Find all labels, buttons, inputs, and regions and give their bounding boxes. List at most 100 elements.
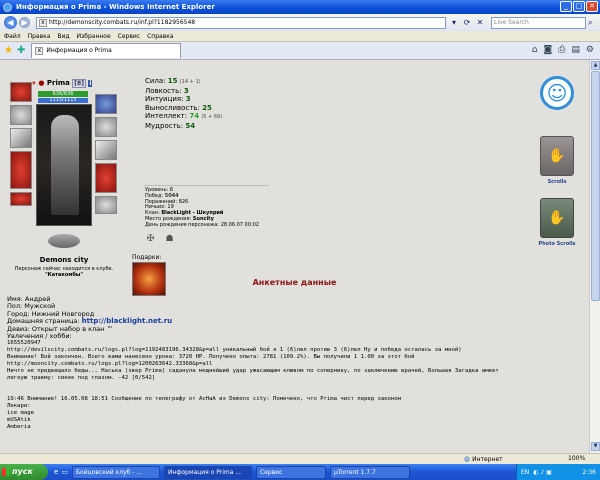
menu-edit[interactable]: Правка [28,33,51,40]
forward-button[interactable]: ▶ [19,17,30,28]
ring-slot[interactable] [95,94,117,114]
hobby-line: ice mage [7,409,34,416]
align-badge-icon[interactable]: ☗ [164,234,175,245]
language-indicator[interactable]: EN [521,469,529,476]
ie-quicklaunch-icon[interactable]: e [54,468,58,476]
task-prima-info[interactable]: Информация о Prima ... [163,465,252,479]
character-name-line: ➔ ● Prima [8] i [30,79,93,88]
tab-bar: ★ ✚ x Информация о Prima ⌂ ◙ ⎙ ▤ ⚙ [0,42,600,60]
character-panel: ➔ ● Prima [8] i 636/636 1115/1115 Demons… [8,74,120,278]
profile-details: Имя: Андрей Пол: Мужской Город: Нижний Н… [7,295,585,430]
tab-favicon-icon: x [35,47,44,55]
eye-icon: ● [38,79,45,87]
menu-help[interactable]: Справка [147,33,173,40]
profile-hobbies-text: 1655520947 http://devilscity.combats.ru/… [7,340,585,430]
zoom-level[interactable]: 100% [568,455,585,462]
scrolls-label[interactable]: Scrolls [540,179,574,185]
task-utorrent[interactable]: µTorrent 1.7.7 [329,465,410,479]
photo-scrolls-icon[interactable]: ✋ [540,198,574,238]
home-icon[interactable]: ⌂ [532,45,538,55]
minimize-button[interactable]: _ [560,1,572,12]
scroll-down-icon[interactable]: ▼ [591,442,600,451]
stat-agility: Ловкость: 3 [145,86,189,95]
search-icon[interactable]: ⌕ [588,18,592,28]
quick-launch: e ▭ [54,468,68,476]
scroll-up-icon[interactable]: ▲ [591,61,600,70]
armor-slot[interactable] [10,151,32,189]
menu-tools[interactable]: Сервис [118,33,140,40]
scrolls-icon[interactable]: ✋ [540,136,574,176]
vertical-scrollbar[interactable]: ▲ ▼ [589,60,600,453]
character-location: Персонаж сейчас находится в клубе. "Ката… [8,266,120,278]
url-field[interactable]: x http://demonscity.combats.ru/inf.pl?11… [36,16,446,29]
security-zone: ◍ Интернет [464,455,503,463]
command-bar: ⌂ ◙ ⎙ ▤ ⚙ [532,45,594,55]
menu-file[interactable]: Файл [4,33,21,40]
hobby-line: mUSAtik [7,416,31,423]
windows-logo-icon [2,468,10,476]
gloves-slot[interactable] [95,117,117,137]
live-search-input[interactable]: Live Search [491,16,586,29]
feeds-icon[interactable]: ◙ [543,45,552,55]
back-button[interactable]: ◀ [4,16,17,29]
favorites-star-icon[interactable]: ★ [4,45,13,56]
stop-icon[interactable]: ✕ [475,18,485,28]
character-info: Уровень: 8 Побед: 5044 Поражений: 826 Ни… [145,187,259,229]
info-icon[interactable]: i [88,80,93,87]
maximize-button[interactable]: □ [573,1,585,12]
character-stats: Сила: 15 (14 + 1) Ловкость: 3 Интуиция: … [145,77,222,131]
profile-motto: Девиз: Открыт набор в клан ™ [7,324,113,333]
hobby-line: 19:46 Внимание! 16.05.08 18:51 Сообщение… [7,395,402,402]
city-emblem-icon [48,234,80,248]
profile-head-icon[interactable]: ☺ [540,76,574,110]
zone-label: Интернет [472,455,503,463]
clock: 2:36 [582,468,596,476]
taskbar: пуск e ▭ Бойцовский клуб - ... Информаци… [0,464,600,480]
offhand-slot[interactable] [95,140,117,160]
stat-wisdom: Мудрость: 54 [145,121,196,130]
weapon-slot[interactable] [10,128,32,148]
stat-intuition: Интуиция: 3 [145,95,191,104]
scroll-thumb[interactable] [591,71,600,301]
earring-slot[interactable] [10,105,32,125]
boots-slot[interactable] [95,196,117,214]
legs-slot[interactable] [95,163,117,193]
window-titlebar: Информация о Prima - Windows Internet Ex… [0,0,600,14]
mana-bar: 1115/1115 [38,98,88,103]
clan-badge-icon[interactable]: ✠ [145,234,156,245]
page-favicon-icon: x [39,18,47,27]
character-name: Prima [46,79,70,87]
refresh-icon[interactable]: ⟳ [462,18,472,28]
page-menu-icon[interactable]: ▤ [571,45,580,55]
close-button[interactable]: ✕ [586,1,598,12]
add-favorite-icon[interactable]: ✚ [17,45,25,56]
stats-divider [144,185,269,186]
hobby-line: Amberia [7,423,31,430]
tray-icons: ◐ ♪ ▣ [533,468,552,476]
page-viewport: ➔ ● Prima [8] i 636/636 1115/1115 Demons… [0,60,600,453]
belt-slot[interactable] [10,192,32,206]
menu-favorites[interactable]: Избранное [77,33,111,40]
desktop-quicklaunch-icon[interactable]: ▭ [61,468,68,476]
tab-prima-info[interactable]: x Информация о Prima [31,43,182,58]
task-combats[interactable]: Бойцовский клуб - ... [71,465,160,479]
start-button[interactable]: пуск [0,464,48,480]
profile-hobbies-label: Увлечения / хобби: [7,332,72,341]
character-portrait [36,104,92,226]
dropdown-icon[interactable]: ▾ [449,18,459,28]
stat-intellect: Интеллект: 74 (5 + 69) [145,112,223,121]
helmet-slot[interactable] [10,82,32,102]
address-bar: ◀ ▶ x http://demonscity.combats.ru/inf.p… [0,14,600,31]
gifts-label: Подарки: [132,254,162,261]
menu-view[interactable]: Вид [57,33,69,40]
photo-scrolls-label[interactable]: Photo Scrolls [533,241,581,247]
print-icon[interactable]: ⎙ [558,45,565,55]
url-text: http://demonscity.combats.ru/inf.pl?1182… [49,18,196,26]
tools-menu-icon[interactable]: ⚙ [586,45,594,55]
character-level: [8] [72,79,86,88]
tab-label: Информация о Prima [46,47,112,54]
profile-section-title: Анкетные данные [252,278,337,287]
stat-strength: Сила: 15 (14 + 1) [145,77,201,85]
window-controls: _ □ ✕ [560,1,598,12]
task-service[interactable]: Сервис [255,465,326,479]
